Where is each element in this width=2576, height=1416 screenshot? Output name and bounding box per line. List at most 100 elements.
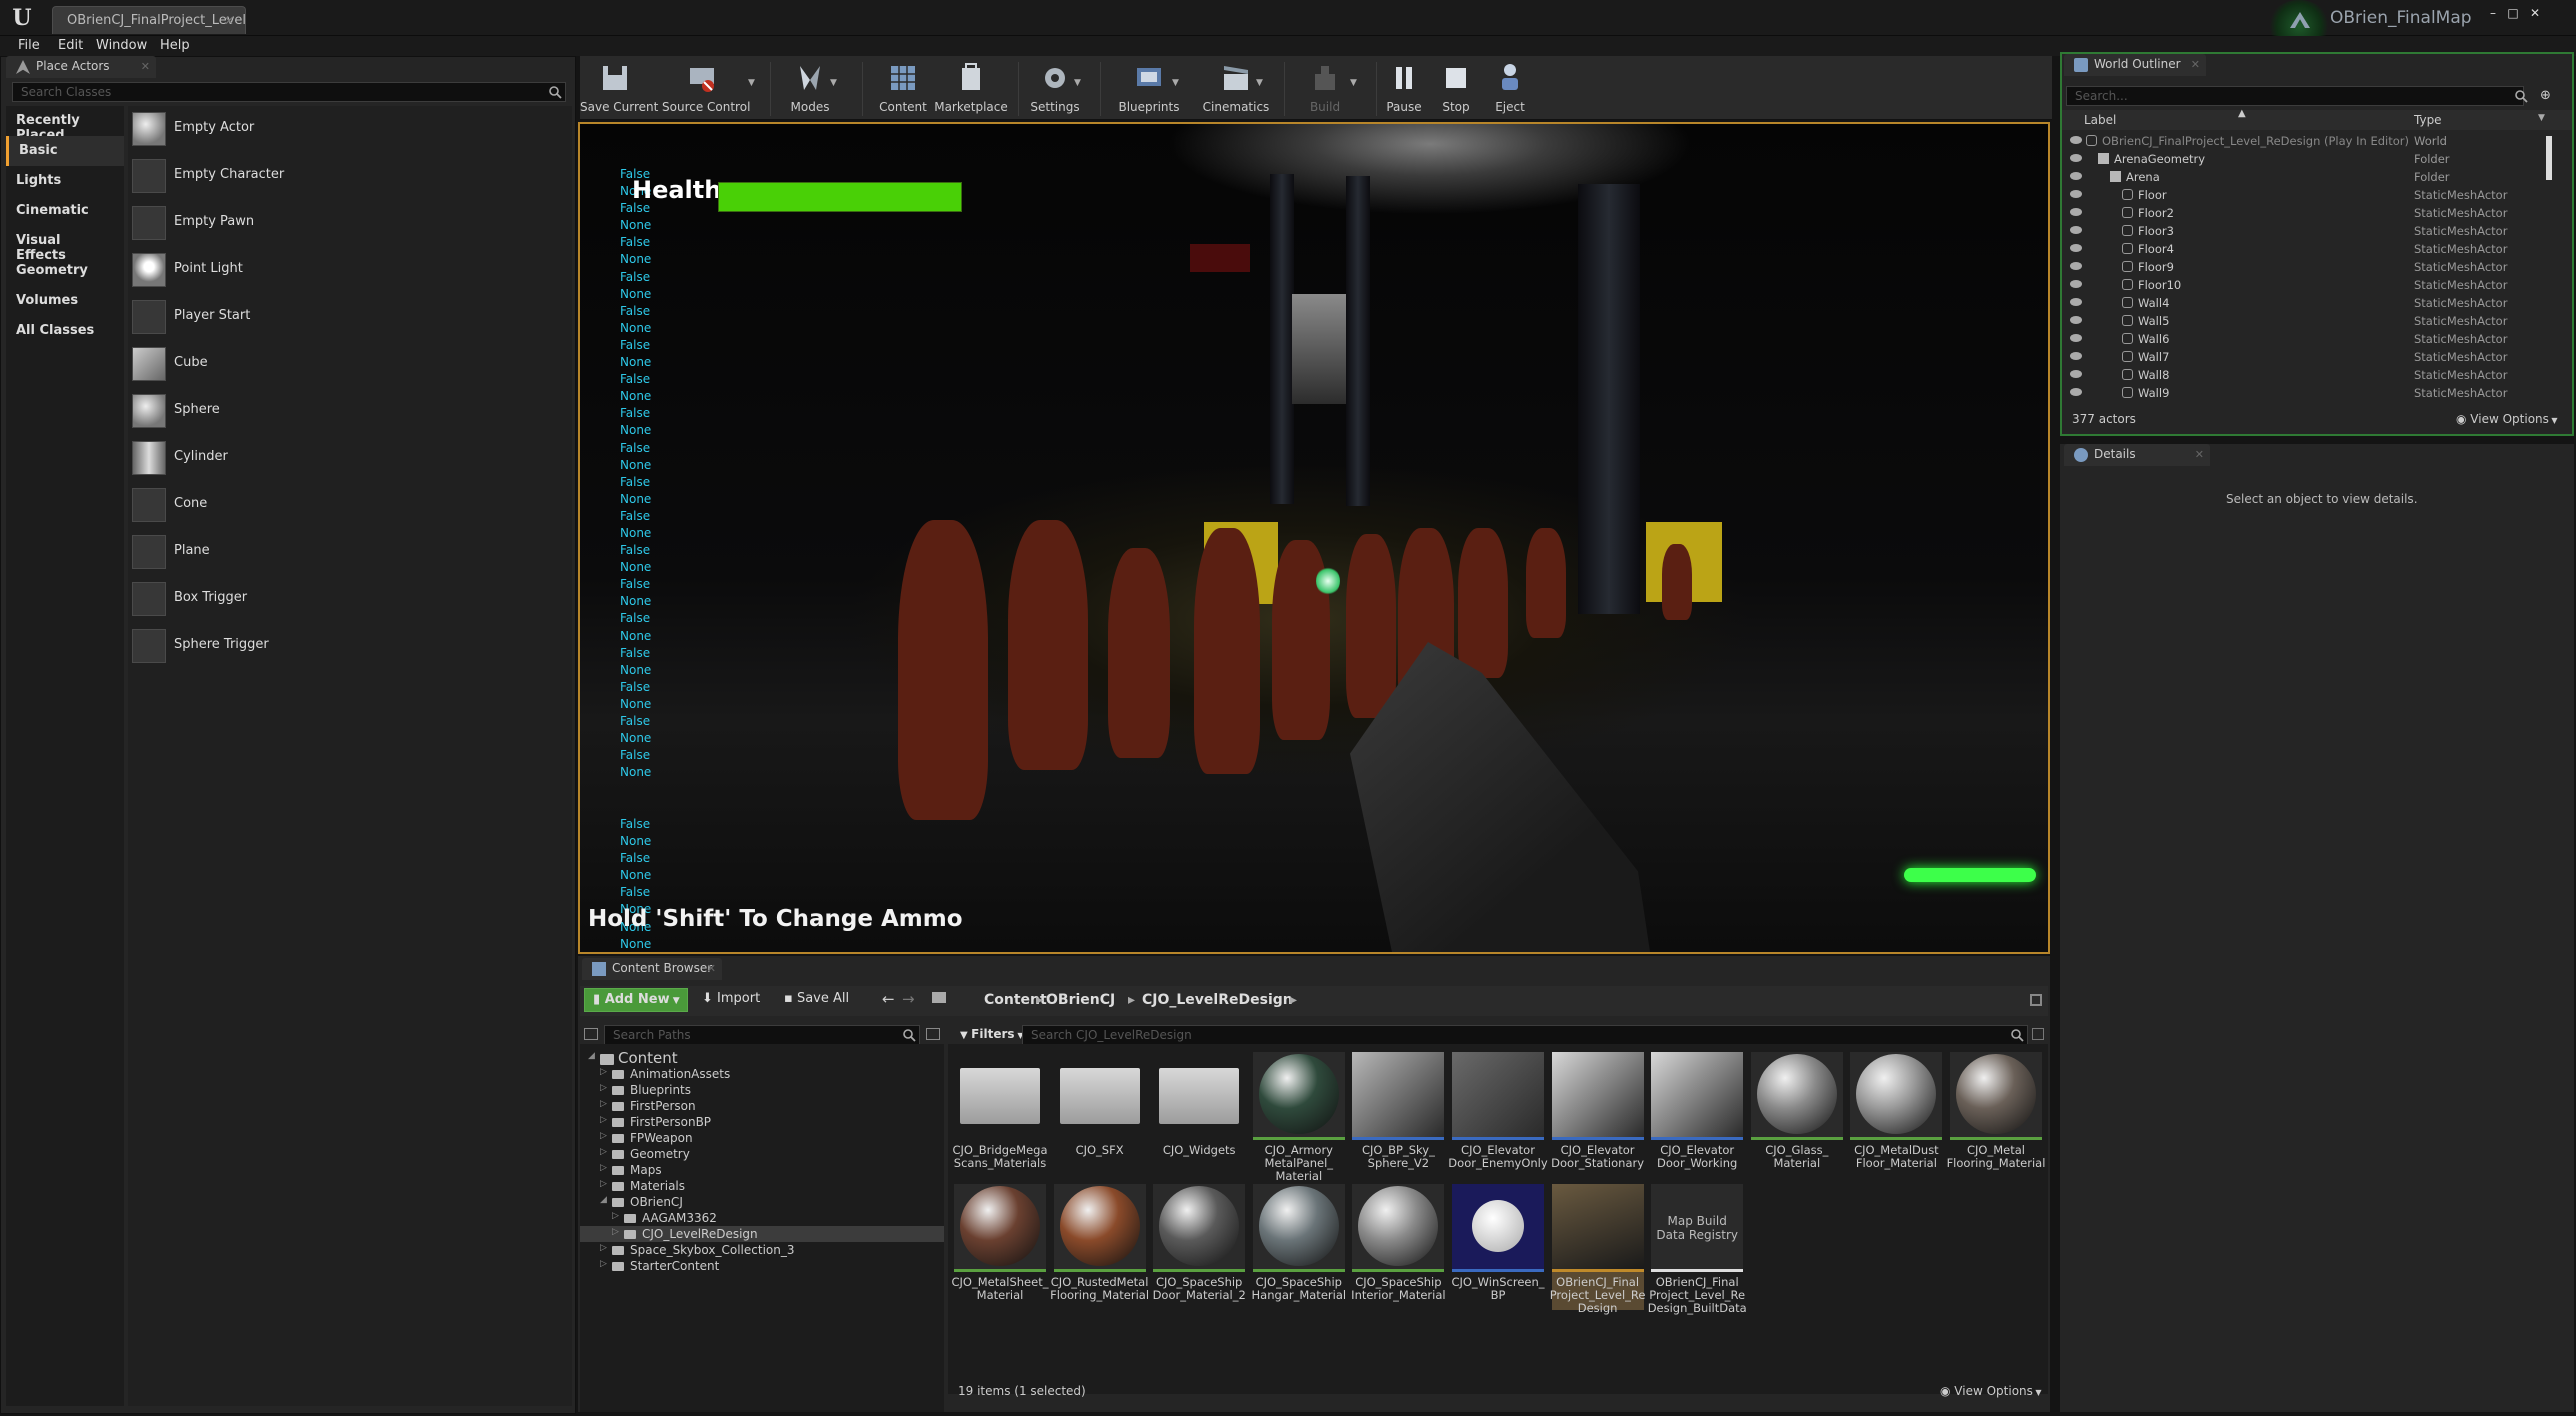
folder-tree-item[interactable]: ▷ FirstPersonBP [580,1114,944,1130]
chevron-down-icon[interactable]: ▼ [1074,78,1081,88]
maximize-icon[interactable]: □ [2504,6,2522,20]
category-visual-effects[interactable]: Visual Effects [6,226,124,263]
asset-tile[interactable]: CJO_Elevator Door_Stationary [1551,1052,1644,1178]
asset-tile[interactable]: Map Build Data Registry OBrienCJ_Final Pr… [1648,1184,1747,1315]
close-icon[interactable]: ✕ [224,14,234,28]
close-icon[interactable]: ✕ [2195,448,2204,461]
actor-point-light[interactable]: Point Light [128,247,572,293]
eye-icon[interactable] [2070,388,2082,396]
outliner-row[interactable]: Wall9 StaticMeshActor [2062,384,2572,402]
chevron-down-icon[interactable]: ◢ [588,1051,595,1061]
category-basic[interactable]: Basic [6,136,124,166]
outliner-row[interactable]: Floor3 StaticMeshActor [2062,222,2572,240]
asset-tile[interactable]: CJO_SpaceShip Door_Material_2 [1153,1184,1246,1310]
folder-tree-item[interactable]: ▷ Space_Skybox_Collection_3 [580,1242,944,1258]
minimize-icon[interactable]: – [2484,6,2502,20]
modes-button[interactable]: Modes [775,56,845,120]
menu-help[interactable]: Help [160,36,190,56]
sources-toggle-icon[interactable] [584,1028,598,1040]
outliner-row[interactable]: Wall4 StaticMeshActor [2062,294,2572,312]
chevron-right-icon[interactable]: ▷ [600,1131,607,1141]
category-all-classes[interactable]: All Classes [6,316,124,346]
close-icon[interactable]: ✕ [141,60,150,73]
eye-icon[interactable] [2070,298,2082,306]
menu-window[interactable]: Window [96,36,147,56]
outliner-row[interactable]: Wall6 StaticMeshActor [2062,330,2572,348]
settings-button[interactable]: Settings [1020,56,1090,120]
close-window-icon[interactable]: ✕ [2526,6,2544,20]
history-icon[interactable] [2032,1028,2044,1040]
back-arrow-icon[interactable]: ← [882,990,895,1008]
actor-empty-actor[interactable]: Empty Actor [128,106,572,152]
stop-button[interactable]: Stop [1426,56,1486,120]
asset-tile[interactable]: CJO_SFX [1053,1052,1146,1178]
document-tab[interactable]: OBrienCJ_FinalProject_Level [52,6,246,34]
build-button[interactable]: Build [1290,56,1360,120]
asset-tile[interactable]: CJO_RustedMetal Flooring_Material [1050,1184,1149,1310]
chevron-right-icon[interactable]: ▷ [600,1243,607,1253]
folder-tree-item[interactable]: ▷ StarterContent [580,1258,944,1274]
chevron-right-icon[interactable]: ▷ [612,1227,619,1237]
asset-tile[interactable]: CJO_WinScreen_ BP [1451,1184,1545,1310]
outliner-search-input[interactable]: Search... [2066,86,2524,106]
eye-icon[interactable] [2070,226,2082,234]
tab-world-outliner[interactable]: World Outliner ✕ [2064,54,2206,76]
asset-tile[interactable]: CJO_MetalDust Floor_Material [1850,1052,1943,1178]
search-paths-input[interactable]: Search Paths [604,1025,920,1045]
outliner-row[interactable]: Arena Folder [2062,168,2572,186]
close-icon[interactable]: ✕ [707,962,716,975]
actor-plane[interactable]: Plane [128,529,572,575]
asset-tile[interactable]: CJO_Glass_ Material [1750,1052,1843,1178]
outliner-row[interactable]: Floor4 StaticMeshActor [2062,240,2572,258]
search-assets-input[interactable]: Search CJO_LevelReDesign [1022,1025,2028,1045]
level-viewport[interactable]: False None False None False None False None Fals… [578,122,2050,954]
chevron-right-icon[interactable]: ▷ [600,1147,607,1157]
eye-icon[interactable] [2070,136,2082,144]
chevron-down-icon[interactable]: ▼ [1350,78,1357,88]
outliner-row[interactable]: Floor StaticMeshActor [2062,186,2572,204]
search-classes-input[interactable]: Search Classes [12,82,566,102]
lock-icon[interactable] [2030,994,2042,1006]
category-recently-placed[interactable]: Recently Placed [6,106,124,143]
eye-icon[interactable] [2070,208,2082,216]
eye-icon[interactable] [2070,334,2082,342]
asset-tile[interactable]: OBrienCJ_Final Project_Level_Re Design [1550,1184,1645,1315]
actor-cone[interactable]: Cone [128,482,572,528]
outliner-row[interactable]: Wall5 StaticMeshActor [2062,312,2572,330]
chevron-right-icon[interactable]: ▷ [612,1211,619,1221]
breadcrumb-cjo-levelredesign[interactable]: CJO_LevelReDesign [1142,992,1293,1008]
folder-tree-item[interactable]: ▷ Materials [580,1178,944,1194]
actor-player-start[interactable]: Player Start [128,294,572,340]
close-icon[interactable]: ✕ [2191,58,2200,71]
chevron-right-icon[interactable]: ▷ [600,1067,607,1077]
tab-place-actors[interactable]: Place Actors ✕ [6,56,156,78]
eye-icon[interactable] [2070,172,2082,180]
eye-icon[interactable] [2070,352,2082,360]
category-cinematic[interactable]: Cinematic [6,196,124,226]
eye-icon[interactable] [2070,190,2082,198]
marketplace-button[interactable]: Marketplace [926,56,1016,120]
eject-button[interactable]: Eject [1480,56,1540,120]
eye-icon[interactable] [2070,316,2082,324]
category-volumes[interactable]: Volumes [6,286,124,316]
eye-icon[interactable] [2070,280,2082,288]
actor-cube[interactable]: Cube [128,341,572,387]
actor-cylinder[interactable]: Cylinder [128,435,572,481]
chevron-right-icon[interactable]: ▷ [600,1099,607,1109]
outliner-row[interactable]: Floor2 StaticMeshActor [2062,204,2572,222]
folder-tree-item[interactable]: ▷ FPWeapon [580,1130,944,1146]
asset-tile[interactable]: CJO_BridgeMega Scans_Materials [952,1052,1048,1178]
eye-icon[interactable] [2070,244,2082,252]
asset-tile[interactable]: CJO_Elevator Door_EnemyOnly [1448,1052,1548,1178]
category-lights[interactable]: Lights [6,166,124,196]
asset-tile[interactable]: CJO_SpaceShip Hangar_Material [1252,1184,1346,1310]
chevron-down-icon[interactable]: ▼ [748,78,755,88]
asset-tile[interactable]: CJO_SpaceShip Interior_Material [1351,1184,1446,1310]
chevron-down-icon[interactable]: ◢ [600,1195,607,1205]
asset-tile[interactable]: CJO_BP_Sky_ Sphere_V2 [1352,1052,1445,1178]
folder-tree-item[interactable]: ◢ Content [580,1049,944,1067]
chevron-down-icon[interactable]: ▼ [1256,78,1263,88]
asset-tile[interactable]: CJO_Metal Flooring_Material [1947,1052,2045,1178]
eye-icon[interactable] [2070,370,2082,378]
chevron-down-icon[interactable]: ▼ [830,78,837,88]
